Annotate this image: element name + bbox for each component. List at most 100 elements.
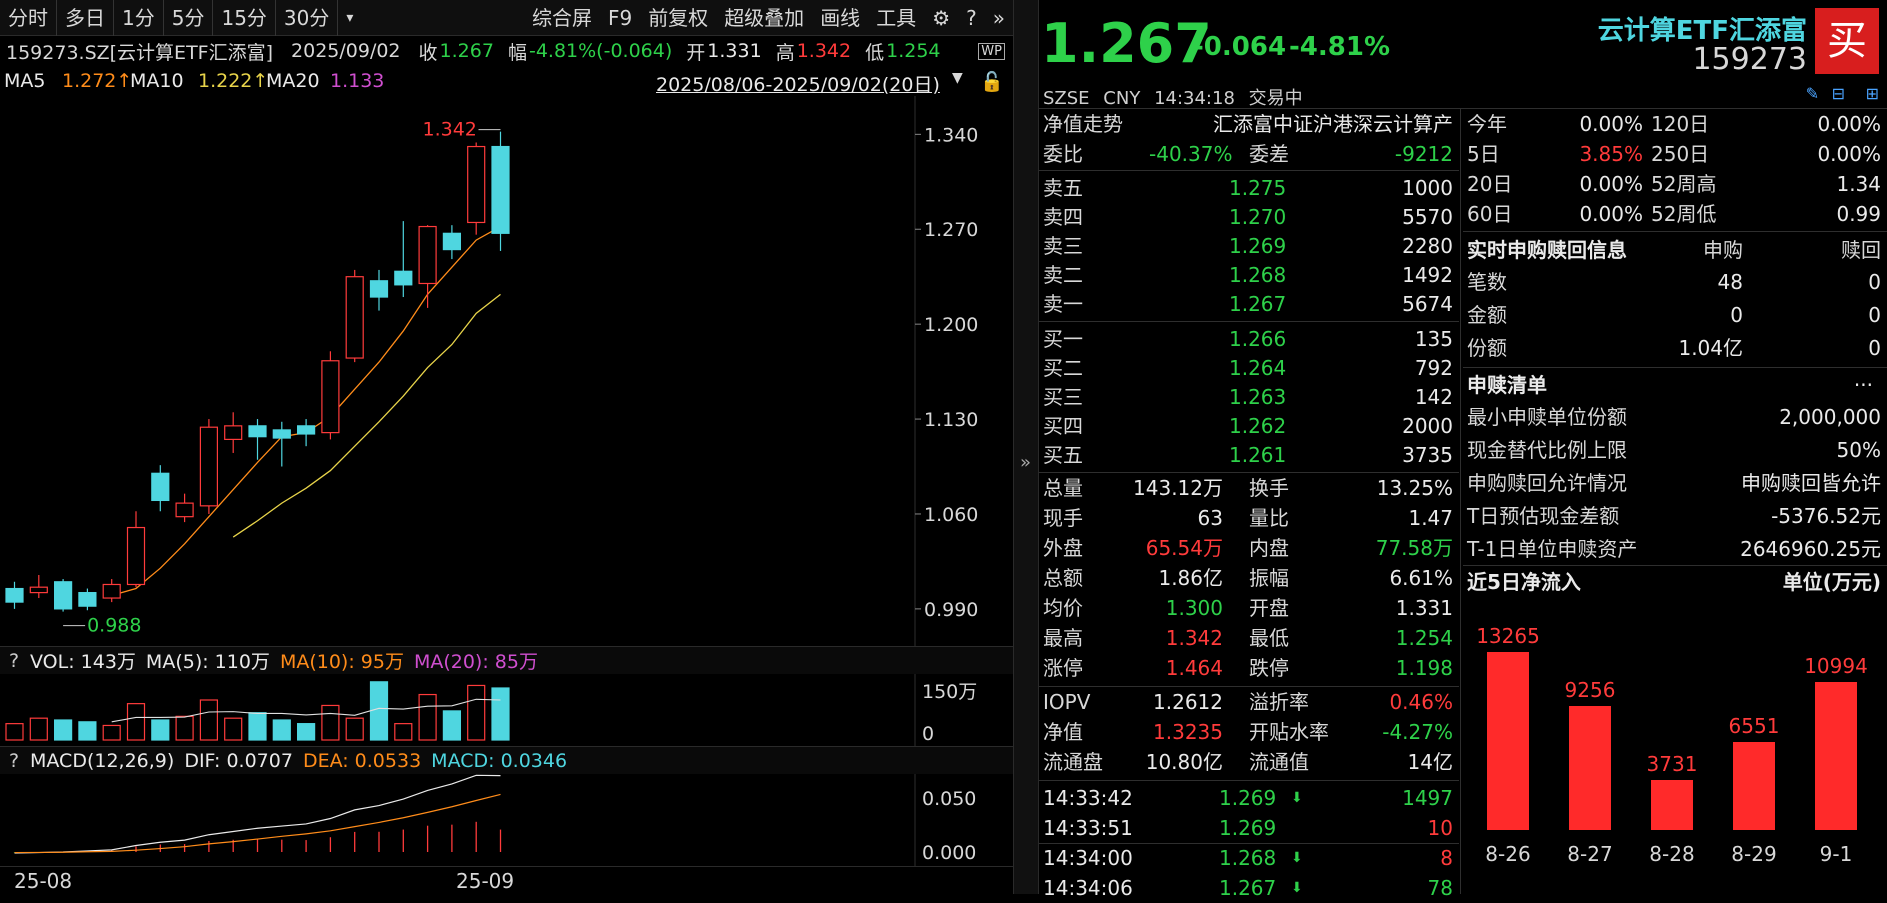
tick-time: 14:34:06	[1043, 876, 1133, 900]
add-icon[interactable]: ⊞	[1866, 84, 1879, 103]
subscribe-col: 申购	[1703, 238, 1743, 262]
wp-icon[interactable]: WP	[978, 42, 1005, 60]
close-label: 收	[418, 41, 438, 64]
vol-ma-line	[111, 698, 501, 723]
bid-volume: 792	[1414, 356, 1453, 380]
expand-chevron-icon[interactable]: »	[1020, 452, 1031, 473]
perf-label: 5日	[1467, 142, 1500, 166]
open-label: 开	[686, 41, 706, 64]
chart-title: 近5日净流入	[1467, 570, 1581, 594]
stat-label: 现手	[1043, 506, 1083, 530]
tab-30min[interactable]: 30分	[276, 0, 339, 36]
date-range[interactable]: 2025/08/06-2025/09/02(20日)	[656, 70, 940, 97]
inflow-value-label: 10994	[1804, 654, 1868, 679]
stat-value: 1.86亿	[1158, 566, 1223, 590]
ask-volume: 1000	[1402, 176, 1453, 200]
list-value: 50%	[1836, 438, 1881, 462]
ask-label: 卖四	[1043, 205, 1083, 229]
volume-bar	[467, 684, 486, 741]
stat-value: 10.80亿	[1145, 750, 1223, 774]
weicha-label: 委差	[1249, 142, 1289, 166]
bid-volume: 142	[1414, 385, 1453, 409]
inflow-bar[interactable]	[1651, 779, 1693, 830]
volume-chart[interactable]: 150万 0	[0, 674, 1013, 746]
ask-price[interactable]: 1.268	[1229, 261, 1286, 290]
weibi-label: 委比	[1043, 142, 1083, 166]
ask-price[interactable]: 1.270	[1229, 203, 1286, 232]
inflow-bar[interactable]	[1569, 705, 1611, 830]
tab-5min[interactable]: 5分	[164, 0, 214, 36]
tools-button[interactable]: 工具	[868, 0, 924, 36]
edit-icon[interactable]: ✎	[1806, 84, 1819, 103]
low-label: 低	[865, 41, 885, 64]
stat-label: 振幅	[1249, 566, 1289, 590]
stat-label: 净值	[1043, 720, 1083, 744]
ma5-value: 1.272↑	[62, 70, 133, 92]
tab-intraday[interactable]: 分时	[0, 0, 57, 36]
overview-button[interactable]: 综合屏	[524, 0, 600, 36]
volume-bar	[442, 710, 461, 741]
stat-label: 内盘	[1249, 536, 1289, 560]
ma10-value: 1.222↑	[198, 70, 269, 92]
inflow-bar[interactable]	[1487, 651, 1529, 830]
macd-chart[interactable]: 0.050 0.000	[0, 774, 1013, 866]
tab-multiday[interactable]: 多日	[57, 0, 114, 36]
bid-price[interactable]: 1.264	[1229, 354, 1286, 383]
range-dropdown-icon[interactable]: ▼	[952, 70, 963, 86]
x-label-sep: 25-09	[456, 869, 515, 893]
settings-gear-icon[interactable]: ⚙	[924, 0, 958, 36]
stat-label: 总量	[1043, 476, 1083, 500]
tab-15min[interactable]: 15分	[213, 0, 276, 36]
buy-button[interactable]: 买	[1815, 8, 1879, 74]
inflow-bar[interactable]	[1815, 682, 1857, 830]
perf-value: 1.34	[1836, 172, 1881, 196]
more-icon[interactable]: ···	[1854, 371, 1873, 400]
open-value: 1.331	[707, 40, 762, 62]
volume-help-icon[interactable]: ?	[4, 650, 24, 672]
down-arrow-icon: ⬇	[1291, 790, 1303, 806]
bid-volume: 2000	[1402, 414, 1453, 438]
overlay-button[interactable]: 超级叠加	[716, 0, 812, 36]
y-tick-label: 0.990	[924, 599, 978, 621]
redemption-list-title: 申赎清单	[1467, 373, 1547, 397]
panel-splitter[interactable]: »	[1013, 0, 1039, 894]
tab-1min[interactable]: 1分	[114, 0, 164, 36]
help-icon[interactable]: ?	[958, 0, 985, 36]
macd-help-icon[interactable]: ?	[4, 750, 24, 772]
perf-value: 0.00%	[1579, 112, 1643, 136]
inflow-date-label: 8-29	[1731, 842, 1777, 866]
ask-price[interactable]: 1.269	[1229, 232, 1286, 261]
volume-bar	[5, 723, 24, 741]
kline-chart[interactable]: 1.340 1.270 1.200 1.130 1.060 0.990 1.342 0.988	[0, 96, 1013, 646]
inflow-bar[interactable]	[1733, 742, 1775, 830]
tick-volume: 78	[1427, 876, 1453, 900]
ask-price[interactable]: 1.275	[1229, 174, 1286, 203]
bid-price[interactable]: 1.262	[1229, 412, 1286, 441]
lock-icon[interactable]: 🔓	[980, 70, 1004, 93]
bid-price[interactable]: 1.263	[1229, 383, 1286, 412]
stat-label: 溢折率	[1249, 690, 1309, 714]
adjust-button[interactable]: 前复权	[640, 0, 716, 36]
stat-value: 143.12万	[1133, 476, 1223, 500]
remove-icon[interactable]: ⊟	[1832, 84, 1845, 103]
tick-time: 14:34:00	[1043, 846, 1133, 870]
vol-ma20: MA(20): 85万	[413, 651, 538, 673]
draw-button[interactable]: 画线	[812, 0, 868, 36]
volume-bar	[321, 704, 340, 741]
y-tick-label: 1.270	[924, 219, 978, 241]
period-dropdown-icon[interactable]: ▾	[338, 0, 361, 36]
ask-price[interactable]: 1.267	[1229, 290, 1286, 319]
perf-value: 0.00%	[1817, 112, 1881, 136]
f9-button[interactable]: F9	[600, 0, 640, 36]
bid-label: 买五	[1043, 443, 1083, 467]
bid-price[interactable]: 1.266	[1229, 325, 1286, 354]
collapse-chevron-icon[interactable]: »	[985, 0, 1013, 36]
ask-label: 卖二	[1043, 263, 1083, 287]
nav-tab[interactable]: 净值走势	[1043, 110, 1123, 139]
tick-time: 14:33:51	[1043, 816, 1133, 840]
ask-label: 卖五	[1043, 176, 1083, 200]
candle	[345, 269, 364, 363]
low-marker: 0.988	[87, 615, 141, 637]
bid-price[interactable]: 1.261	[1229, 441, 1286, 470]
fund-info: 今年 0.00% 120日 0.00% 5日 3.85% 250日 0.00% 20日 0.00%…	[1463, 108, 1887, 894]
